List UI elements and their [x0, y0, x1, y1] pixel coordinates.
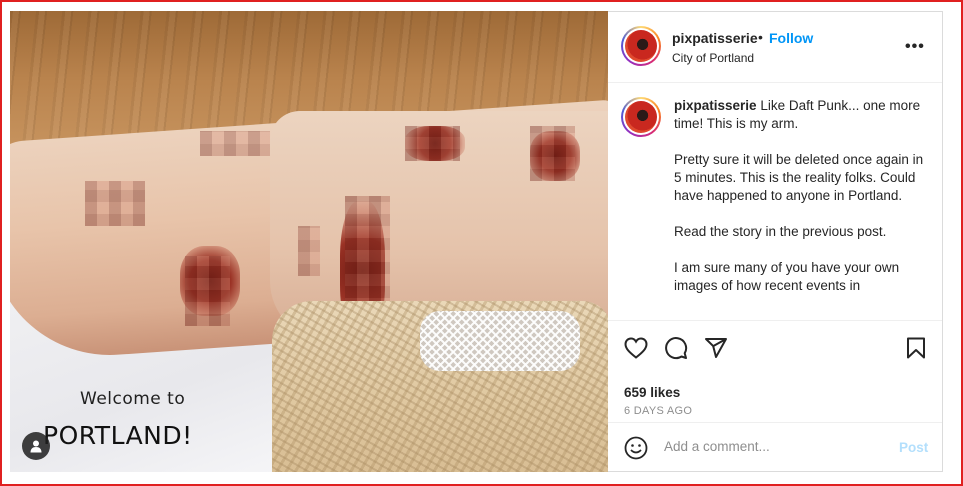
pixelated-blur — [85, 181, 145, 226]
save-button[interactable] — [903, 335, 929, 361]
more-options-icon[interactable]: ••• — [905, 38, 925, 56]
caption-paragraph: I am sure many of you have your own imag… — [674, 260, 900, 293]
like-button[interactable] — [623, 335, 649, 361]
caption-area: pixpatisserie Like Daft Punk... one more… — [608, 84, 942, 320]
heart-icon — [624, 337, 648, 359]
pixelated-blur — [200, 131, 270, 156]
pixelated-blur — [298, 226, 320, 276]
pixelated-blur — [185, 256, 230, 326]
post-date[interactable]: 6 DAYS AGO — [624, 405, 692, 417]
overlay-text-portland: PORTLAND! — [43, 421, 193, 450]
pixelated-blur — [530, 126, 575, 181]
caption-text: pixpatisserie Like Daft Punk... one more… — [674, 97, 924, 313]
overlay-text-welcome: Welcome to — [80, 389, 186, 409]
bookmark-icon — [907, 337, 925, 359]
comment-icon — [665, 337, 688, 360]
comment-button[interactable] — [663, 335, 689, 361]
post-image[interactable]: Welcome to PORTLAND! — [10, 11, 608, 472]
tagged-users-button[interactable] — [22, 432, 50, 460]
post-comment-button[interactable]: Post — [899, 440, 928, 455]
post-actions: 659 likes 6 DAYS AGO — [608, 320, 942, 422]
share-icon — [705, 338, 727, 358]
emoji-icon[interactable] — [624, 436, 648, 460]
follow-button[interactable]: Follow — [769, 30, 813, 46]
caption-paragraph: Read the story in the previous post. — [674, 224, 887, 239]
post-sidebar: pixpatisserie • Follow City of Portland … — [608, 11, 943, 472]
gauze — [420, 311, 580, 371]
caption-username[interactable]: pixpatisserie — [674, 98, 757, 113]
share-button[interactable] — [703, 335, 729, 361]
comment-input[interactable] — [664, 439, 884, 454]
user-icon — [30, 440, 42, 453]
header-username[interactable]: pixpatisserie — [672, 30, 758, 46]
post-header: pixpatisserie • Follow City of Portland … — [608, 12, 942, 83]
avatar[interactable] — [621, 26, 661, 66]
pixelated-blur — [405, 126, 460, 161]
likes-count[interactable]: 659 likes — [624, 385, 680, 400]
separator-dot: • — [758, 29, 763, 45]
caption-paragraph: Pretty sure it will be deleted once agai… — [674, 152, 924, 203]
caption-avatar[interactable] — [621, 97, 661, 137]
location-link[interactable]: City of Portland — [672, 51, 754, 65]
comment-bar: Post — [608, 422, 942, 472]
